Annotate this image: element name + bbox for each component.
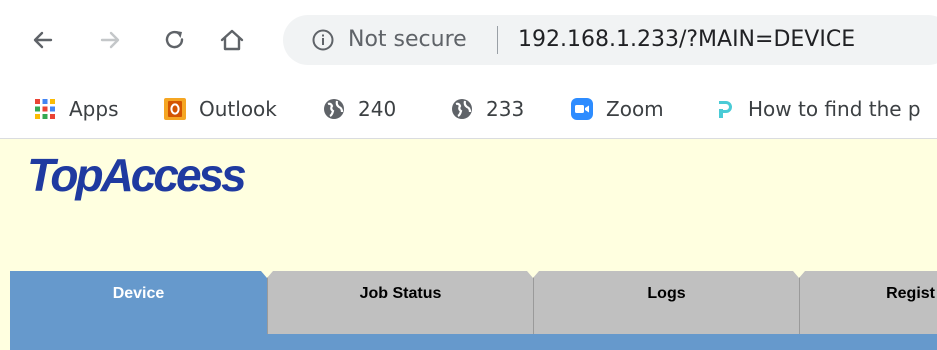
apps-grid-icon	[35, 99, 55, 119]
bookmark-label: 240	[358, 97, 397, 121]
tplink-icon	[719, 101, 732, 118]
browser-toolbar: Not secure 192.168.1.233/?MAIN=DEVICE	[0, 0, 937, 80]
bookmark-233[interactable]: 233	[450, 93, 524, 125]
main-tab-bar: Device Job Status Logs Regist	[10, 271, 937, 334]
back-button[interactable]	[25, 20, 61, 60]
zoom-icon	[571, 98, 593, 120]
page-content: TopAccess Device Job Status Logs Regist	[0, 139, 937, 350]
topaccess-logo[interactable]: TopAccess	[27, 147, 247, 203]
bookmark-label: Apps	[69, 97, 119, 121]
bookmark-label: Outlook	[199, 97, 277, 121]
security-status-label[interactable]: Not secure	[348, 27, 467, 52]
tab-divider-notch	[527, 271, 539, 278]
omnibox-divider	[497, 26, 498, 54]
reload-button[interactable]	[157, 20, 193, 60]
info-icon[interactable]	[311, 28, 335, 52]
bookmark-zoom[interactable]: Zoom	[570, 93, 664, 125]
tab-label: Job Status	[359, 285, 442, 302]
tab-registration[interactable]: Regist	[799, 271, 937, 334]
bookmark-how-to-find[interactable]: How to find the p	[712, 93, 921, 125]
globe-icon	[452, 99, 472, 119]
address-bar[interactable]: Not secure 192.168.1.233/?MAIN=DEVICE	[283, 15, 937, 65]
forward-arrow-icon	[100, 31, 120, 49]
outlook-icon	[164, 98, 186, 120]
tab-job-status[interactable]: Job Status	[267, 271, 533, 334]
sub-menu-bar	[10, 334, 937, 350]
bookmarks-bar: Apps Outlook 240 233 Zoom How to find th…	[0, 80, 937, 139]
bookmark-outlook[interactable]: Outlook	[163, 93, 277, 125]
globe-icon	[324, 99, 344, 119]
tab-label: Device	[112, 285, 165, 302]
home-button[interactable]	[214, 20, 250, 60]
home-icon	[220, 29, 244, 51]
forward-button[interactable]	[92, 20, 128, 60]
back-arrow-icon	[33, 31, 53, 49]
tab-logs[interactable]: Logs	[533, 271, 799, 334]
bookmark-240[interactable]: 240	[322, 93, 396, 125]
bookmark-label: Zoom	[606, 97, 664, 121]
url-text[interactable]: 192.168.1.233/?MAIN=DEVICE	[518, 27, 855, 52]
tab-divider-notch	[793, 271, 805, 278]
tab-device[interactable]: Device	[10, 271, 267, 334]
tab-label: Logs	[647, 285, 686, 302]
tab-divider-notch	[261, 271, 273, 278]
bookmark-label: How to find the p	[748, 97, 921, 121]
reload-icon	[165, 30, 184, 49]
tab-label: Regist	[886, 285, 935, 302]
bookmark-label: 233	[486, 97, 525, 121]
bookmark-apps[interactable]: Apps	[33, 93, 119, 125]
